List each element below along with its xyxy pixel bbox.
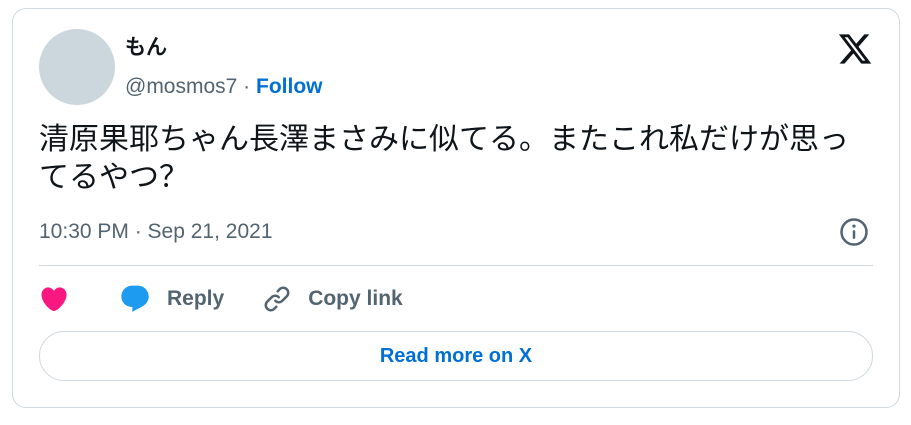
handle-separator: · — [237, 75, 257, 98]
reply-button[interactable]: Reply — [119, 283, 224, 315]
follow-link[interactable]: Follow — [256, 75, 323, 98]
author-handle-row: @mosmos7 · Follow — [125, 74, 323, 100]
copy-link-button[interactable]: Copy link — [262, 284, 403, 314]
x-logo-icon[interactable] — [837, 31, 873, 67]
embedded-post-card: もん @mosmos7 · Follow 清原果耶ちゃん長澤まさみに似てる。また… — [12, 8, 900, 408]
read-more-button[interactable]: Read more on X — [39, 331, 873, 381]
reply-bubble-icon — [121, 285, 149, 312]
avatar[interactable] — [39, 29, 115, 105]
link-icon — [264, 286, 290, 312]
heart-icon — [41, 287, 67, 312]
copy-link-label: Copy link — [308, 287, 403, 310]
action-bar: Reply Copy link — [39, 281, 403, 317]
reply-label: Reply — [167, 287, 225, 310]
like-button[interactable] — [39, 284, 69, 314]
info-icon[interactable] — [839, 217, 869, 247]
post-text: 清原果耶ちゃん長澤まさみに似てる。またこれ私だけが思ってるやつ？ — [39, 123, 849, 194]
divider — [39, 265, 873, 266]
author-display-name[interactable]: もん — [125, 35, 167, 61]
read-more-label: Read more on X — [379, 344, 533, 367]
post-timestamp[interactable]: 10:30 PM · Sep 21, 2021 — [39, 219, 273, 245]
author-handle[interactable]: @mosmos7 — [125, 75, 237, 98]
